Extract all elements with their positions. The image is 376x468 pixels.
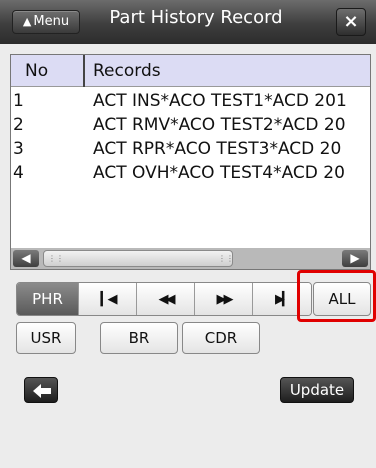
highlight-box — [297, 270, 376, 322]
next-record-button[interactable]: ▶▶ — [195, 283, 253, 315]
column-header-no: No — [25, 61, 49, 81]
close-button[interactable]: × — [336, 8, 366, 36]
usr-button[interactable]: USR — [16, 322, 76, 354]
grip-icon: ⋮⋮ — [48, 254, 64, 263]
row-number: 3 — [13, 139, 24, 159]
record-navigation-bar: PHR ▎◀ ◀◀ ▶▶ ▶▎ — [16, 282, 312, 316]
row-record: ACT RPR*ACO TEST3*ACD 20 — [93, 139, 342, 159]
row-record: ACT INS*ACO TEST1*ACD 201 — [93, 91, 347, 111]
column-divider[interactable] — [83, 55, 85, 87]
back-arrow-icon — [33, 384, 51, 398]
row-number: 2 — [13, 115, 24, 135]
list-item[interactable]: 4 ACT OVH*ACO TEST4*ACD 20 — [11, 161, 370, 185]
back-button[interactable] — [24, 377, 58, 403]
menu-button[interactable]: ▲ Menu — [12, 10, 80, 34]
fast-forward-icon: ▶▶ — [216, 291, 234, 307]
page-title: Part History Record — [109, 7, 283, 28]
grip-icon: ⋮⋮ — [218, 254, 234, 263]
row-record: ACT OVH*ACO TEST4*ACD 20 — [93, 163, 345, 183]
scroll-right-button[interactable]: ▶ — [342, 250, 368, 267]
skip-first-icon: ▎◀ — [100, 291, 118, 307]
list-item[interactable]: 2 ACT RMV*ACO TEST2*ACD 20 — [11, 113, 370, 137]
column-header-records: Records — [93, 61, 161, 81]
up-arrow-icon: ▲ — [22, 15, 32, 28]
list-item[interactable]: 1 ACT INS*ACO TEST1*ACD 201 — [11, 89, 370, 113]
cdr-button[interactable]: CDR — [182, 322, 260, 354]
update-button[interactable]: Update — [280, 377, 354, 403]
scrollbar-thumb[interactable]: ⋮⋮ ⋮⋮ — [43, 250, 234, 267]
skip-last-icon: ▶▎ — [275, 291, 292, 307]
row-number: 4 — [13, 163, 24, 183]
first-record-button[interactable]: ▎◀ — [79, 283, 137, 315]
br-button[interactable]: BR — [100, 322, 178, 354]
list-item[interactable]: 3 ACT RPR*ACO TEST3*ACD 20 — [11, 137, 370, 161]
list-header: No Records — [11, 55, 370, 87]
phr-button[interactable]: PHR — [17, 283, 79, 315]
rewind-icon: ◀◀ — [158, 291, 176, 307]
records-list: No Records 1 ACT INS*ACO TEST1*ACD 201 2… — [10, 54, 371, 270]
row-number: 1 — [13, 91, 24, 111]
horizontal-scrollbar[interactable]: ◀ ⋮⋮ ⋮⋮ ▶ — [11, 248, 370, 269]
title-bar: ▲ Menu Part History Record × — [0, 0, 376, 44]
scroll-left-button[interactable]: ◀ — [13, 250, 39, 267]
previous-record-button[interactable]: ◀◀ — [137, 283, 195, 315]
menu-label: Menu — [33, 14, 70, 29]
row-record: ACT RMV*ACO TEST2*ACD 20 — [93, 115, 346, 135]
